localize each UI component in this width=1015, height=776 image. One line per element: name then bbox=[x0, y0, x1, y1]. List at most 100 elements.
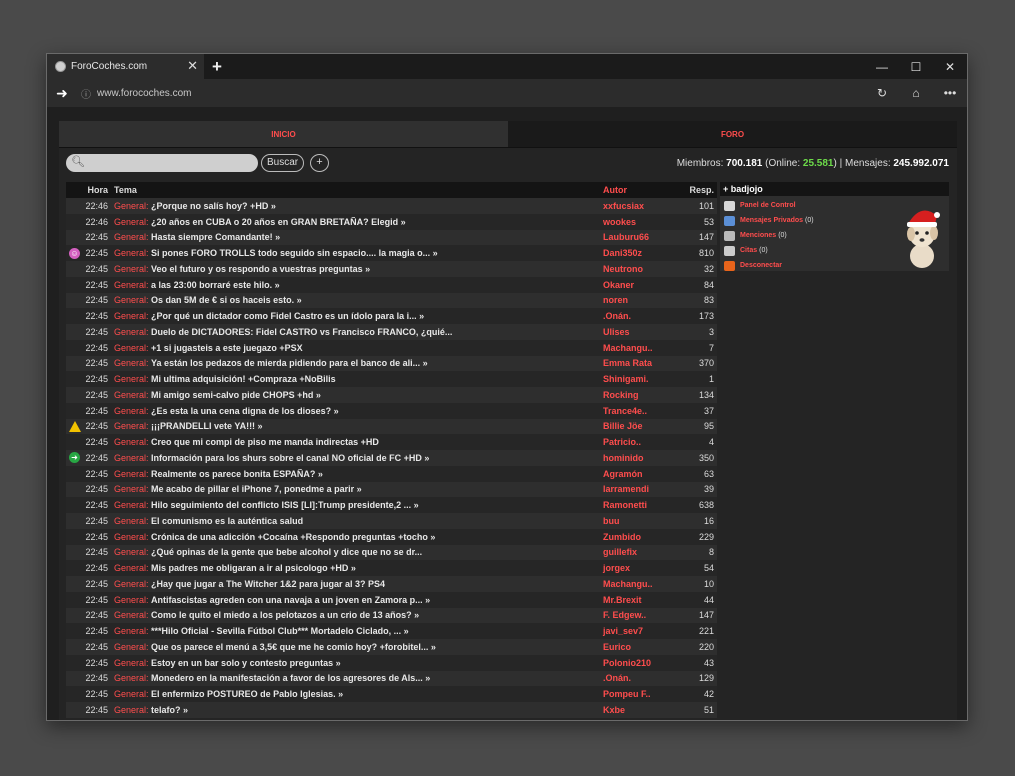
thread-title[interactable]: Si pones FORO TROLLS todo seguido sin es… bbox=[151, 248, 438, 258]
thread-category[interactable]: General bbox=[114, 437, 146, 447]
thread-author[interactable]: guillefix bbox=[602, 547, 678, 557]
user-link-label[interactable]: Mensajes Privados bbox=[740, 217, 803, 224]
close-window-icon[interactable]: ✕ bbox=[933, 54, 967, 79]
username[interactable]: + badjojo bbox=[720, 182, 949, 196]
thread-category[interactable]: General bbox=[114, 642, 146, 652]
thread-title[interactable]: +1 si jugasteis a este juegazo +PSX bbox=[151, 343, 303, 353]
table-row[interactable]: ☺ 22:45 General: Si pones FORO TROLLS todo… bbox=[66, 245, 717, 261]
thread-title[interactable]: ***Hilo Oficial - Sevilla Fútbol Club***… bbox=[151, 626, 409, 636]
thread-author[interactable]: Trance4e.. bbox=[602, 406, 678, 416]
thread-author[interactable]: Billie Jöe bbox=[602, 421, 678, 431]
browser-tab[interactable]: ForoCoches.com ✕ bbox=[47, 54, 204, 79]
thread-category[interactable]: General bbox=[114, 610, 146, 620]
thread-title[interactable]: Estoy en un bar solo y contesto pregunta… bbox=[151, 658, 341, 668]
nav-foro[interactable]: FORO bbox=[508, 121, 957, 147]
thread-category[interactable]: General bbox=[114, 484, 146, 494]
thread-author[interactable]: Agramón bbox=[602, 469, 678, 479]
search-button[interactable]: Buscar bbox=[261, 154, 305, 172]
table-row[interactable]: 22:45 General: Hasta siempre Comandante! … bbox=[66, 229, 717, 246]
thread-category[interactable]: General bbox=[114, 469, 146, 479]
thread-category[interactable]: General bbox=[114, 295, 146, 305]
thread-author[interactable]: Zumbido bbox=[602, 532, 678, 542]
table-row[interactable]: ➜ 22:45 General: Información para los shur… bbox=[66, 450, 717, 466]
table-row[interactable]: 22:45 General: Estoy en un bar solo y con… bbox=[66, 654, 717, 671]
refresh-icon[interactable]: ↻ bbox=[865, 86, 899, 100]
thread-title[interactable]: ¿20 años en CUBA o 20 años en GRAN BRETA… bbox=[151, 217, 406, 227]
thread-category[interactable]: General bbox=[114, 453, 146, 463]
table-row[interactable]: 22:45 General: Creo que mi compi de piso … bbox=[66, 434, 717, 450]
table-row[interactable]: 22:45 General: El comunismo es la auténti… bbox=[66, 513, 717, 529]
table-row[interactable]: 22:45 General: a las 23:00 borraré este h… bbox=[66, 276, 717, 293]
info-icon[interactable]: ⓘ bbox=[77, 86, 95, 101]
thread-author[interactable]: Dani350z bbox=[602, 248, 678, 258]
table-row[interactable]: 22:45 General: +1 si jugasteis a este jue… bbox=[66, 339, 717, 356]
table-row[interactable]: 22:45 General: ***Hilo Oficial - Sevilla … bbox=[66, 623, 717, 639]
thread-author[interactable]: Machangu.. bbox=[602, 343, 678, 353]
maximize-icon[interactable]: ☐ bbox=[899, 54, 933, 79]
minimize-icon[interactable]: — bbox=[865, 54, 899, 79]
thread-category[interactable]: General bbox=[114, 280, 146, 290]
thread-author[interactable]: Kxbe bbox=[602, 705, 678, 715]
thread-author[interactable]: buu bbox=[602, 516, 678, 526]
table-row[interactable]: 22:45 General: telafo? » Kxbe 51 bbox=[66, 702, 717, 718]
thread-author[interactable]: .Onán. bbox=[602, 673, 678, 683]
thread-author[interactable]: Ramonetti bbox=[602, 500, 678, 510]
thread-title[interactable]: ¿Es esta la una cena digna de los dioses… bbox=[151, 406, 339, 416]
thread-category[interactable]: General bbox=[114, 563, 146, 573]
thread-category[interactable]: General bbox=[114, 658, 146, 668]
thread-author[interactable]: Pompeu F.. bbox=[602, 689, 678, 699]
nav-inicio[interactable]: INICIO bbox=[59, 121, 508, 147]
thread-category[interactable]: General bbox=[114, 232, 146, 242]
thread-category[interactable]: General bbox=[114, 595, 146, 605]
user-link-label[interactable]: Citas bbox=[740, 247, 757, 254]
table-row[interactable]: 22:45 General: El enfermizo POSTUREO de P… bbox=[66, 686, 717, 702]
thread-title[interactable]: Crónica de una adicción +Cocaína +Respon… bbox=[151, 532, 435, 542]
table-row[interactable]: 22:45 General: Duelo de DICTADORES: Fidel… bbox=[66, 324, 717, 340]
thread-title[interactable]: telafo? » bbox=[151, 705, 188, 715]
thread-category[interactable]: General bbox=[114, 390, 146, 400]
thread-author[interactable]: Neutrono bbox=[602, 264, 678, 274]
user-link-label[interactable]: Panel de Control bbox=[740, 202, 796, 209]
close-tab-icon[interactable]: ✕ bbox=[187, 58, 198, 74]
thread-category[interactable]: General bbox=[114, 201, 146, 211]
thread-category[interactable]: General bbox=[114, 579, 146, 589]
table-row[interactable]: 22:45 General: Ya están los pedazos de mi… bbox=[66, 355, 717, 372]
thread-title[interactable]: Hasta siempre Comandante! » bbox=[151, 232, 280, 242]
thread-author[interactable]: jorgex bbox=[602, 563, 678, 573]
table-row[interactable]: 22:45 General: ¡¡¡PRANDELLI vete YA!!! » B… bbox=[66, 418, 717, 435]
thread-category[interactable]: General bbox=[114, 500, 146, 510]
table-row[interactable]: 22:46 General: ¿20 años en CUBA o 20 años… bbox=[66, 213, 717, 230]
home-icon[interactable]: ⌂ bbox=[899, 86, 933, 100]
table-row[interactable]: 22:45 General: Veo el futuro y os respond… bbox=[66, 261, 717, 277]
thread-title[interactable]: Mis padres me obligaran a ir al psicolog… bbox=[151, 563, 356, 573]
table-row[interactable]: 22:45 General: Realmente os parece bonita… bbox=[66, 465, 717, 482]
thread-category[interactable]: General bbox=[114, 217, 146, 227]
thread-author[interactable]: Machangu.. bbox=[602, 579, 678, 589]
thread-author[interactable]: noren bbox=[602, 295, 678, 305]
table-row[interactable]: 22:45 General: ¿Qué opinas de la gente qu… bbox=[66, 544, 717, 561]
thread-author[interactable]: Mr.Brexit bbox=[602, 595, 678, 605]
thread-category[interactable]: General bbox=[114, 327, 146, 337]
thread-title[interactable]: ¿Porque no salís hoy? +HD » bbox=[151, 201, 276, 211]
table-row[interactable]: 22:45 General: Mi ultima adquisición! +Co… bbox=[66, 371, 717, 387]
thread-category[interactable]: General bbox=[114, 406, 146, 416]
back-arrow-icon[interactable]: ➜ bbox=[47, 85, 77, 102]
table-row[interactable]: 22:45 General: Mis padres me obligaran a … bbox=[66, 560, 717, 576]
thread-category[interactable]: General bbox=[114, 358, 146, 368]
thread-title[interactable]: Os dan 5M de € si os haceis esto. » bbox=[151, 295, 302, 305]
thread-title[interactable]: ¡¡¡PRANDELLI vete YA!!! » bbox=[151, 421, 263, 431]
thread-title[interactable]: Monedero en la manifestación a favor de … bbox=[151, 673, 430, 683]
table-row[interactable]: 22:45 General: Como le quito el miedo a l… bbox=[66, 607, 717, 624]
thread-author[interactable]: larramendi bbox=[602, 484, 678, 494]
thread-category[interactable]: General bbox=[114, 516, 146, 526]
thread-author[interactable]: Shinigami. bbox=[602, 374, 678, 384]
table-row[interactable]: 22:45 General: Hilo seguimiento del confl… bbox=[66, 497, 717, 513]
thread-title[interactable]: Veo el futuro y os respondo a vuestras p… bbox=[151, 264, 370, 274]
thread-category[interactable]: General bbox=[114, 374, 146, 384]
thread-category[interactable]: General bbox=[114, 311, 146, 321]
thread-title[interactable]: Me acabo de pillar el iPhone 7, ponedme … bbox=[151, 484, 362, 494]
thread-title[interactable]: Que os parece el menú a 3,5€ que me he c… bbox=[151, 642, 436, 652]
table-row[interactable]: 22:45 General: Me acabo de pillar el iPho… bbox=[66, 481, 717, 498]
search-input[interactable]: 🔍︎ bbox=[66, 154, 258, 172]
thread-author[interactable]: .Onán. bbox=[602, 311, 678, 321]
